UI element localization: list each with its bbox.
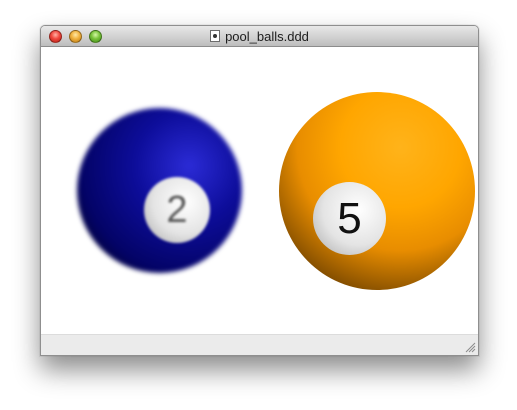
window-title: pool_balls.ddd: [225, 29, 309, 44]
app-window: pool_balls.ddd 2 5: [40, 25, 479, 356]
canvas-area: 2 5: [41, 47, 478, 334]
resize-grip-icon[interactable]: [465, 342, 476, 353]
window-title-group: pool_balls.ddd: [41, 26, 478, 47]
document-icon: [210, 30, 221, 42]
desktop: pool_balls.ddd 2 5: [0, 0, 517, 410]
title-bar[interactable]: pool_balls.ddd: [41, 26, 478, 47]
ball-number-5: 5: [313, 182, 386, 255]
ball-number-2: 2: [144, 177, 210, 243]
pool-ball-5: [279, 92, 475, 290]
status-bar: [41, 334, 478, 355]
